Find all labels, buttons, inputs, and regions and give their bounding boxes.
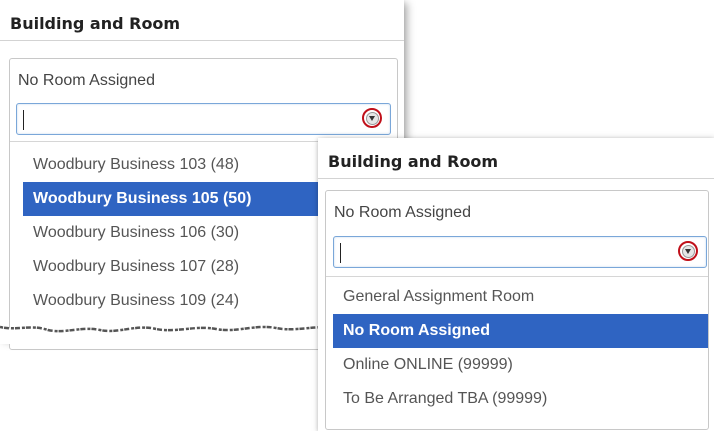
room-option[interactable]: Woodbury Business 103 (48) — [23, 148, 323, 182]
room-option[interactable]: Woodbury Business 109 (24) — [23, 284, 323, 318]
room-option[interactable]: General Assignment Room — [333, 280, 708, 314]
room-combobox-input[interactable] — [16, 103, 391, 135]
dropdown-toggle-button[interactable] — [678, 241, 698, 261]
room-combobox-input[interactable] — [333, 236, 707, 268]
chevron-down-icon — [681, 244, 695, 258]
room-option-selected[interactable]: Woodbury Business 105 (50) — [23, 182, 323, 216]
current-room-label: No Room Assigned — [334, 204, 471, 221]
room-option[interactable]: Woodbury Business 107 (28) — [23, 250, 323, 284]
panel-title: Building and Room — [10, 14, 181, 33]
current-room-label: No Room Assigned — [18, 72, 155, 89]
room-option-selected[interactable]: No Room Assigned — [333, 314, 708, 348]
list-divider — [326, 276, 708, 277]
panel-title: Building and Room — [328, 152, 499, 171]
room-option[interactable]: To Be Arranged TBA (99999) — [333, 382, 708, 416]
building-room-panel-front: Building and Room No Room Assigned Gener… — [318, 138, 714, 431]
room-options-list: Woodbury Business 103 (48) Woodbury Busi… — [23, 148, 323, 328]
room-option[interactable]: Woodbury Business 106 (30) — [23, 216, 323, 250]
room-field-container: No Room Assigned General Assignment Room… — [325, 190, 709, 430]
panel-header: Building and Room — [0, 0, 404, 41]
chevron-down-icon — [365, 111, 379, 125]
text-caret — [23, 110, 24, 130]
panel-header: Building and Room — [318, 138, 714, 179]
room-options-list: General Assignment Room No Room Assigned… — [333, 280, 708, 420]
text-caret — [340, 243, 341, 263]
dropdown-toggle-button[interactable] — [362, 108, 382, 128]
room-option[interactable]: Online ONLINE (99999) — [333, 348, 708, 382]
